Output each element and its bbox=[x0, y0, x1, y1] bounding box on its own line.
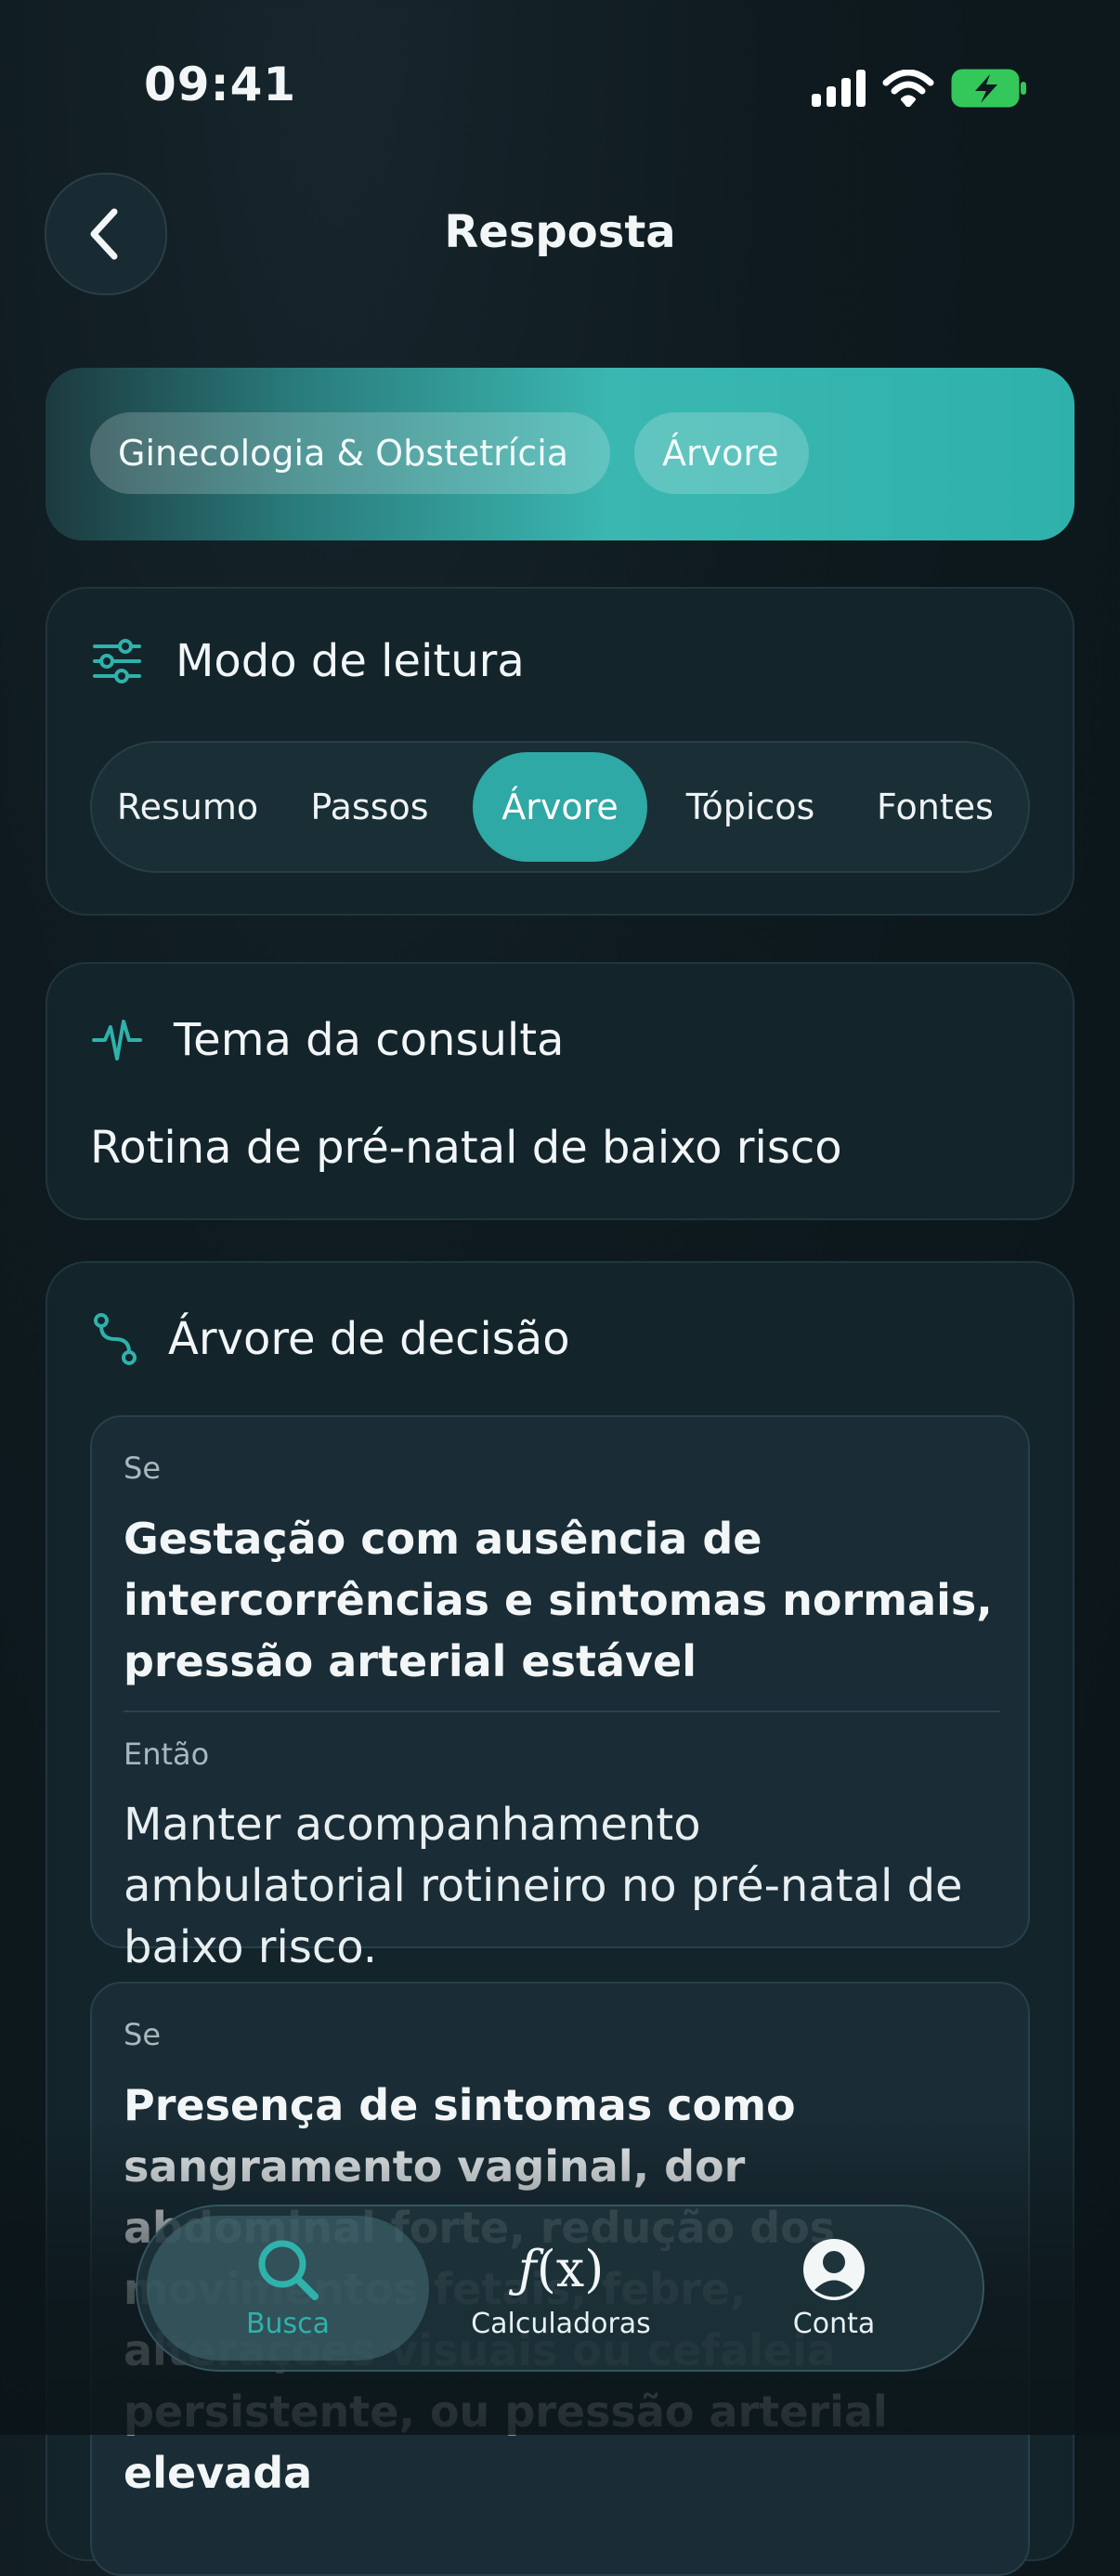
decision-node: Se Gestação com ausência de intercorrênc… bbox=[90, 1415, 1030, 1973]
specialty-chip[interactable]: Ginecologia & Obstetrícia bbox=[90, 412, 610, 494]
function-icon: ƒ(x) bbox=[517, 2239, 605, 2298]
reading-mode-card: Modo de leitura Resumo Passos Árvore Tóp… bbox=[46, 587, 1074, 916]
if-label: Se bbox=[124, 2017, 161, 2052]
segment-passos[interactable]: Passos bbox=[287, 752, 452, 862]
status-bar: 09:41 bbox=[0, 0, 1120, 176]
then-label: Então bbox=[124, 1737, 210, 1772]
reading-mode-header: Modo de leitura bbox=[92, 635, 525, 687]
segment-resumo[interactable]: Resumo bbox=[99, 752, 276, 862]
tab-conta-label: Conta bbox=[792, 2307, 876, 2340]
segment-topicos[interactable]: Tópicos bbox=[662, 752, 839, 862]
signal-icon bbox=[812, 70, 866, 107]
status-icons bbox=[812, 69, 1027, 108]
segment-fontes[interactable]: Fontes bbox=[852, 752, 1019, 862]
tab-busca[interactable]: Busca bbox=[147, 2216, 429, 2361]
if-label: Se bbox=[124, 1451, 161, 1486]
topic-header: Tema da consulta bbox=[92, 1014, 564, 1066]
tab-conta[interactable]: Conta bbox=[698, 2216, 970, 2361]
search-icon bbox=[258, 2240, 319, 2300]
bottom-tab-bar: Busca ƒ(x) Calculadoras Conta bbox=[136, 2205, 984, 2372]
route-icon bbox=[94, 1313, 137, 1365]
sliders-icon bbox=[93, 639, 141, 683]
account-icon bbox=[803, 2238, 865, 2300]
tab-busca-label: Busca bbox=[245, 2307, 331, 2340]
reading-mode-segmented-control: Resumo Passos Árvore Tópicos Fontes bbox=[90, 741, 1030, 873]
status-time: 09:41 bbox=[144, 58, 297, 111]
decision-tree-header: Árvore de decisão bbox=[92, 1311, 570, 1367]
category-banner: Ginecologia & Obstetrícia Árvore bbox=[46, 368, 1074, 540]
decision-tree-title: Árvore de decisão bbox=[168, 1313, 570, 1365]
battery-icon bbox=[951, 69, 1026, 108]
topic-title: Tema da consulta bbox=[174, 1014, 565, 1066]
page-title: Resposta bbox=[444, 206, 676, 258]
node-condition: Gestação com ausência de intercorrências… bbox=[124, 1514, 993, 1686]
topic-card: Tema da consulta Rotina de pré-natal de … bbox=[46, 962, 1074, 1220]
mode-chip[interactable]: Árvore bbox=[634, 412, 809, 494]
node-action: Manter acompanhamento ambulatorial rotin… bbox=[124, 1799, 963, 1973]
reading-mode-title: Modo de leitura bbox=[176, 635, 525, 687]
node-divider bbox=[124, 1711, 1000, 1712]
tab-calculadoras[interactable]: ƒ(x) Calculadoras bbox=[431, 2216, 691, 2361]
segment-arvore[interactable]: Árvore bbox=[473, 752, 647, 862]
topic-value: Rotina de pré-natal de baixo risco bbox=[90, 1122, 842, 1174]
pulse-icon bbox=[92, 1020, 142, 1060]
tab-calculadoras-label: Calculadoras bbox=[471, 2307, 651, 2340]
wifi-icon bbox=[882, 70, 934, 107]
